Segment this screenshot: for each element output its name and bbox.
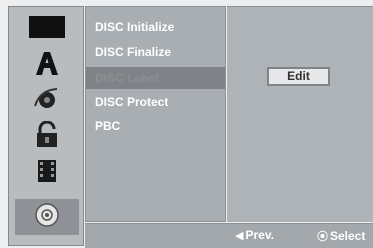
audio-sound-icon: [27, 85, 67, 118]
sidebar-item-recording[interactable]: [15, 157, 79, 189]
navigation-hint-bar: ◀ Prev. ⦿ Select: [85, 223, 373, 248]
disc-black-icon: [27, 14, 67, 45]
menu-item-disc-initialize[interactable]: DISC Initialize: [86, 16, 225, 38]
disc-menu-panel: DISC Initialize DISC Finalize DISC Label…: [85, 6, 226, 222]
sidebar-item-lock[interactable]: [15, 120, 79, 154]
enter-button-icon: ⦿: [317, 231, 328, 243]
sidebar-item-audio[interactable]: [15, 85, 79, 117]
options-panel: Edit: [227, 6, 373, 222]
lock-icon: [27, 120, 67, 154]
menu-item-disc-finalize[interactable]: DISC Finalize: [86, 41, 225, 63]
category-sidebar: [8, 6, 84, 246]
edit-button[interactable]: Edit: [267, 67, 330, 86]
sidebar-item-disc-settings[interactable]: [15, 199, 79, 235]
menu-item-disc-protect[interactable]: DISC Protect: [86, 91, 225, 113]
select-label: Select: [330, 229, 366, 243]
prev-label: Prev.: [245, 228, 274, 242]
language-a-icon: [27, 49, 67, 82]
sidebar-item-disc[interactable]: [15, 13, 79, 45]
film-recording-icon: [27, 157, 67, 190]
menu-item-disc-label[interactable]: DISC Label: [86, 67, 225, 89]
select-hint[interactable]: ⦿ Select: [317, 228, 365, 244]
sidebar-item-language[interactable]: [15, 49, 79, 81]
disc-selected-icon: [27, 200, 67, 235]
left-arrow-icon: ◀: [235, 230, 244, 242]
menu-item-pbc[interactable]: PBC: [86, 115, 225, 137]
prev-hint[interactable]: ◀ Prev.: [235, 228, 274, 242]
